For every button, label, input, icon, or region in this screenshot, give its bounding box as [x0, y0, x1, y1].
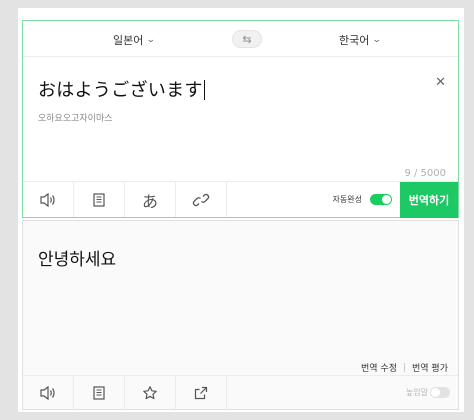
text-caret [203, 80, 205, 100]
share-button[interactable] [176, 376, 227, 409]
share-icon [194, 386, 208, 399]
result-toolbar: 높임말 [23, 375, 458, 409]
clear-text-button[interactable]: ✕ [435, 75, 446, 90]
chevron-down-icon: ⌄ [372, 35, 383, 45]
divider [404, 363, 406, 372]
translator-frame: 일본어 ⌄ ⇆ 한국어 ⌄ おはようございます ✕ 오하요오고자이마스 9 / … [18, 8, 464, 412]
result-dictionary-button[interactable] [74, 376, 125, 409]
speaker-icon [40, 192, 55, 207]
dictionary-icon [93, 385, 105, 400]
link-button[interactable] [176, 182, 227, 217]
source-dictionary-button[interactable] [74, 182, 125, 217]
swap-languages-button[interactable]: ⇆ [232, 30, 262, 48]
favorite-button[interactable] [125, 376, 176, 409]
link-icon [192, 193, 210, 206]
result-speaker-button[interactable] [23, 376, 74, 409]
translation-text: 안녕하세요 [38, 250, 117, 270]
auto-complete-label: 자동완성 [332, 195, 362, 204]
pronunciation-text: 오하요오고자이마스 [38, 114, 113, 124]
result-actions: 번역 수정 번역 평가 [361, 361, 448, 374]
chevron-down-icon: ⌄ [146, 35, 157, 45]
close-icon: ✕ [435, 75, 446, 90]
handwriting-button[interactable]: あ [125, 182, 176, 217]
target-language-select[interactable]: 한국어 ⌄ [339, 32, 383, 48]
character-counter: 9 / 5000 [404, 168, 446, 179]
honorific-label: 높임말 [405, 388, 428, 397]
target-language-label: 한국어 [339, 34, 370, 47]
language-bar: 일본어 ⌄ ⇆ 한국어 ⌄ [23, 21, 458, 57]
source-language-label: 일본어 [113, 34, 144, 47]
source-speaker-button[interactable] [23, 182, 74, 217]
result-panel: 안녕하세요 번역 수정 번역 평가 높임말 [22, 220, 459, 410]
source-panel: 일본어 ⌄ ⇆ 한국어 ⌄ おはようございます ✕ 오하요오고자이마스 9 / … [22, 20, 459, 218]
source-text: おはようございます [38, 80, 203, 101]
dictionary-icon [93, 192, 105, 207]
honorific-toggle[interactable] [430, 387, 450, 398]
speaker-icon [40, 385, 55, 400]
source-text-input[interactable]: おはようございます [38, 76, 205, 102]
edit-translation-link[interactable]: 번역 수정 [361, 361, 397, 374]
star-icon [143, 385, 157, 399]
rate-translation-link[interactable]: 번역 평가 [412, 361, 448, 374]
source-toolbar: あ 자동완성 번역하기 [23, 181, 458, 218]
source-language-select[interactable]: 일본어 ⌄ [113, 32, 157, 48]
swap-icon: ⇆ [242, 32, 252, 46]
auto-complete-toggle[interactable] [370, 194, 392, 205]
handwriting-icon: あ [141, 191, 158, 211]
translate-button[interactable]: 번역하기 [400, 182, 458, 218]
